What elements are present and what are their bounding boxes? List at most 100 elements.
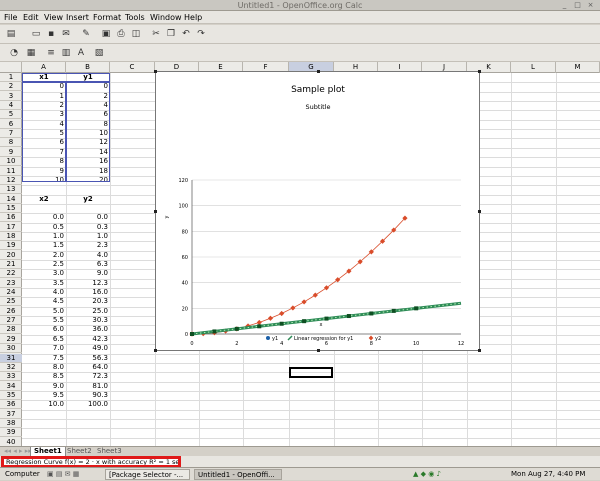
- row-header[interactable]: 30: [0, 344, 22, 354]
- column-header[interactable]: A: [22, 62, 66, 73]
- row-header[interactable]: 14: [0, 195, 22, 204]
- row-header[interactable]: 23: [0, 279, 22, 288]
- maximize-icon[interactable]: □: [573, 1, 582, 10]
- cell[interactable]: x2: [22, 195, 66, 204]
- pdf-export-icon[interactable]: ▣: [100, 28, 112, 40]
- series-y1-point[interactable]: [302, 319, 307, 324]
- print-preview-icon[interactable]: ◫: [130, 28, 142, 40]
- cell[interactable]: 90.3: [66, 391, 108, 400]
- open-folder-icon[interactable]: ▭: [30, 28, 42, 40]
- column-header[interactable]: M: [556, 62, 600, 73]
- cell[interactable]: 6.5: [22, 335, 64, 344]
- cell[interactable]: 9.0: [22, 382, 64, 391]
- cell[interactable]: 9.0: [66, 269, 108, 278]
- cell[interactable]: 0.3: [66, 223, 108, 232]
- cell[interactable]: 3.5: [22, 279, 64, 288]
- close-icon[interactable]: ×: [586, 1, 595, 10]
- cell[interactable]: 7.5: [22, 354, 64, 363]
- row-header[interactable]: 19: [0, 241, 22, 251]
- redo-icon[interactable]: ↷: [195, 28, 207, 40]
- series-y1-point[interactable]: [234, 326, 239, 331]
- series-y1-point[interactable]: [257, 324, 262, 329]
- series-y2-point[interactable]: [267, 315, 274, 321]
- cell[interactable]: y2: [66, 195, 110, 204]
- cell[interactable]: 36.0: [66, 325, 108, 334]
- row-header[interactable]: 32: [0, 363, 22, 372]
- chart-title[interactable]: Sample plot: [291, 85, 345, 95]
- computer-menu[interactable]: Computer: [2, 469, 43, 480]
- menu-file[interactable]: File: [4, 13, 17, 22]
- row-header[interactable]: 31: [0, 353, 22, 363]
- x-axis-label[interactable]: x: [320, 322, 323, 328]
- taskbar-item-package-selector[interactable]: [Package Selector -...: [105, 469, 190, 480]
- resize-handle[interactable]: [478, 349, 481, 352]
- embedded-chart[interactable]: Sample plot Subtitle 0 20 40 60 80 100 120 0 2 4 6…: [154, 70, 481, 352]
- row-header[interactable]: 16: [0, 213, 22, 223]
- cell[interactable]: 10.0: [22, 400, 64, 409]
- cell[interactable]: 7.0: [22, 344, 64, 353]
- cell[interactable]: 12.3: [66, 279, 108, 288]
- resize-handle[interactable]: [317, 349, 320, 352]
- cell[interactable]: 42.3: [66, 335, 108, 344]
- row-header[interactable]: 8: [0, 138, 22, 148]
- cell[interactable]: 30.3: [66, 316, 108, 325]
- row-header[interactable]: 9: [0, 148, 22, 157]
- row-header[interactable]: 10: [0, 157, 22, 167]
- cell[interactable]: 64.0: [66, 363, 108, 372]
- email-icon[interactable]: ✉: [60, 28, 72, 40]
- tab-sheet3[interactable]: Sheet3: [94, 447, 125, 456]
- automatic-layout-icon[interactable]: ▧: [93, 47, 105, 59]
- series-y1-point[interactable]: [414, 306, 419, 311]
- row-header[interactable]: 34: [0, 382, 22, 391]
- resize-handle[interactable]: [154, 210, 157, 213]
- cell[interactable]: 0.0: [22, 213, 64, 222]
- edit-file-icon[interactable]: ✎: [80, 28, 92, 40]
- cell[interactable]: 9.5: [22, 391, 64, 400]
- scale-text-icon[interactable]: A: [75, 47, 87, 59]
- row-header[interactable]: 25: [0, 297, 22, 307]
- chart-subtitle[interactable]: Subtitle: [305, 103, 330, 111]
- chart-legend[interactable]: y1 Linear regression for y1 y2: [266, 335, 381, 343]
- cell[interactable]: 56.3: [66, 354, 108, 363]
- row-header[interactable]: 17: [0, 223, 22, 232]
- cut-icon[interactable]: ✂: [150, 28, 162, 40]
- row-header[interactable]: 3: [0, 92, 22, 101]
- row-header[interactable]: 33: [0, 372, 22, 382]
- cell[interactable]: 4.0: [66, 251, 108, 260]
- legend-on-off-icon[interactable]: ▥: [60, 47, 72, 59]
- series-y2-point[interactable]: [323, 285, 330, 291]
- launcher-icons[interactable]: ▣ ▤ ✉ ▦: [44, 469, 82, 480]
- row-header[interactable]: 39: [0, 428, 22, 438]
- column-header[interactable]: B: [66, 62, 110, 73]
- series-y2-line[interactable]: [191, 217, 406, 335]
- minimize-icon[interactable]: _: [560, 1, 569, 10]
- series-y2-point[interactable]: [312, 292, 318, 298]
- menu-tools[interactable]: Tools: [125, 13, 145, 22]
- cell[interactable]: 49.0: [66, 344, 108, 353]
- series-y2-point[interactable]: [290, 305, 296, 311]
- spreadsheet-grid[interactable]: A B C D E F G H I J K L M 1 2 3 4 5 6 7 8 9 10 11 1…: [0, 62, 600, 446]
- column-header[interactable]: L: [511, 62, 556, 73]
- row-header[interactable]: 28: [0, 325, 22, 335]
- menu-format[interactable]: Format: [93, 13, 121, 22]
- row-header[interactable]: 13: [0, 185, 22, 195]
- row-header[interactable]: 21: [0, 260, 22, 269]
- series-y1-point[interactable]: [279, 321, 284, 326]
- row-header[interactable]: 22: [0, 269, 22, 279]
- resize-handle[interactable]: [478, 70, 481, 73]
- horizontal-grids-icon[interactable]: ≡: [45, 47, 57, 59]
- series-y1-point[interactable]: [346, 314, 351, 319]
- row-header[interactable]: 7: [0, 129, 22, 139]
- first-sheet-arrows-icon[interactable]: ◂◂ ◂ ▸ ▸▸: [4, 447, 32, 456]
- chart-type-icon[interactable]: ◔: [8, 47, 20, 59]
- row-header[interactable]: 12: [0, 176, 22, 185]
- cell[interactable]: 81.0: [66, 382, 108, 391]
- series-y1-point[interactable]: [369, 311, 374, 316]
- row-header[interactable]: 36: [0, 400, 22, 410]
- row-header[interactable]: 15: [0, 204, 22, 213]
- resize-handle[interactable]: [154, 349, 157, 352]
- cell[interactable]: 72.3: [66, 372, 108, 381]
- menu-insert[interactable]: Insert: [66, 13, 89, 22]
- resize-handle[interactable]: [317, 70, 320, 73]
- menu-edit[interactable]: Edit: [23, 13, 39, 22]
